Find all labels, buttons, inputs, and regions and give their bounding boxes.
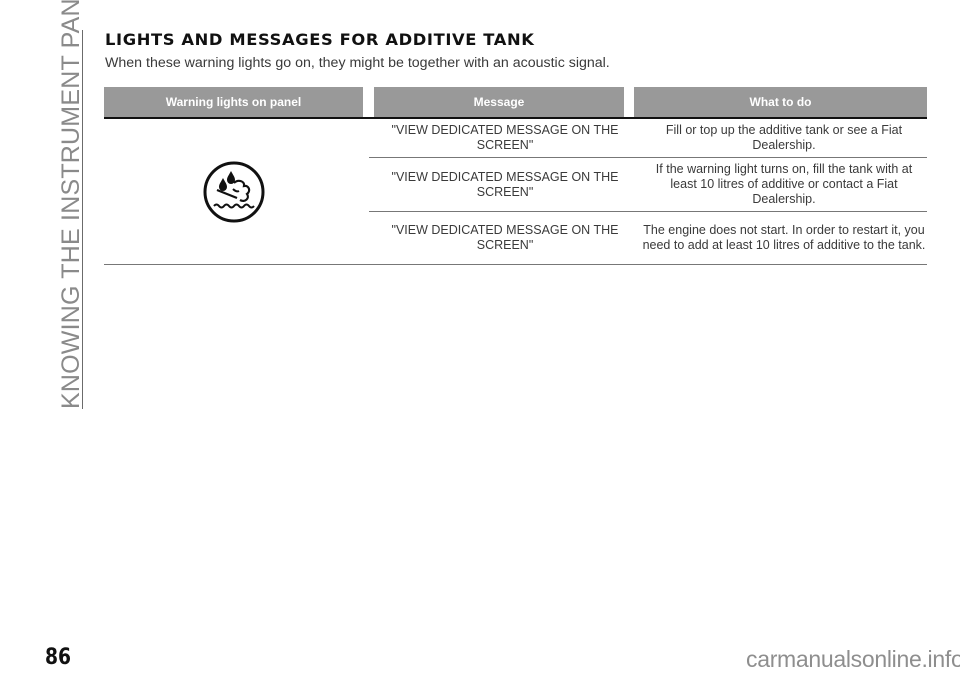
warning-lights-table: Warning lights on panel Message What to …: [104, 87, 927, 265]
warning-light-cell: [104, 119, 364, 265]
header-warning-lights: Warning lights on panel: [104, 87, 363, 117]
page-number: 86: [45, 645, 72, 670]
table-row: "VIEW DEDICATED MESSAGE ON THE SCREEN" T…: [369, 212, 927, 264]
table-row: "VIEW DEDICATED MESSAGE ON THE SCREEN" I…: [369, 158, 927, 211]
header-message: Message: [374, 87, 624, 117]
table-row: "VIEW DEDICATED MESSAGE ON THE SCREEN" F…: [369, 119, 927, 156]
action-cell: If the warning light turns on, fill the …: [655, 162, 913, 206]
chapter-side-rule: [82, 30, 83, 409]
action-cell: The engine does not start. In order to r…: [642, 223, 926, 252]
table-bottom-rule: [104, 264, 927, 265]
header-what-to-do: What to do: [634, 87, 927, 117]
message-cell: "VIEW DEDICATED MESSAGE ON THE SCREEN": [391, 169, 619, 199]
additive-tank-warning-icon: [203, 161, 265, 223]
section-intro: When these warning lights go on, they mi…: [105, 55, 610, 71]
watermark: carmanualsonline.info: [746, 646, 960, 672]
message-cell: "VIEW DEDICATED MESSAGE ON THE SCREEN": [391, 223, 619, 252]
action-cell: Fill or top up the additive tank or see …: [665, 122, 903, 152]
table-body: "VIEW DEDICATED MESSAGE ON THE SCREEN" F…: [104, 117, 927, 263]
table-header: Warning lights on panel Message What to …: [104, 87, 927, 119]
section-title: LIGHTS AND MESSAGES FOR ADDITIVE TANK: [105, 30, 535, 49]
message-cell: "VIEW DEDICATED MESSAGE ON THE SCREEN": [391, 122, 619, 152]
